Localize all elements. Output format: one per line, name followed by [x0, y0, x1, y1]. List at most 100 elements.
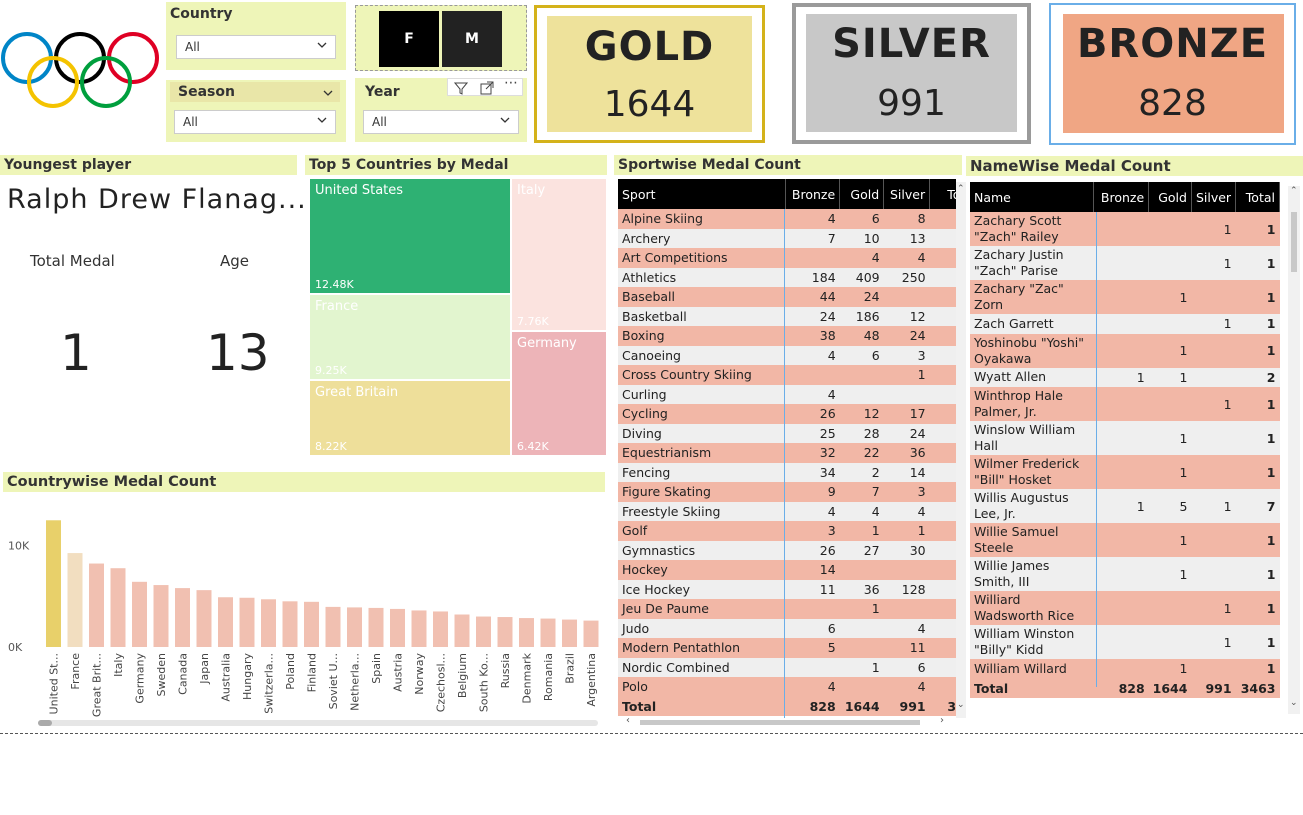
gender-f-button[interactable]: F: [379, 11, 439, 67]
table-row[interactable]: Zach Garrett 1 1: [970, 314, 1280, 334]
table-row[interactable]: Gymnastics2627308: [618, 540, 956, 560]
bar[interactable]: [325, 606, 341, 647]
chevron-down-icon[interactable]: [323, 88, 333, 98]
bar[interactable]: [347, 607, 362, 647]
treemap-cell-france[interactable]: France 9.25K: [310, 295, 510, 379]
focus-mode-icon[interactable]: [480, 81, 494, 95]
bar[interactable]: [368, 607, 384, 647]
table-row[interactable]: Golf 3 1 1: [618, 521, 956, 541]
bar[interactable]: [132, 581, 147, 647]
more-options-icon[interactable]: ⋯: [504, 75, 518, 91]
table-row[interactable]: Athletics18440925084: [618, 267, 956, 287]
table-row[interactable]: Fencing342145: [618, 462, 956, 482]
season-dropdown[interactable]: All: [174, 110, 336, 134]
treemap-cell-italy[interactable]: Italy 7.76K: [512, 179, 606, 330]
bar[interactable]: [46, 520, 61, 647]
table-row[interactable]: Judo6 41: [618, 618, 956, 638]
table-row[interactable]: Boxing38482411: [618, 326, 956, 346]
bar[interactable]: [583, 620, 599, 647]
namewise-header-silver[interactable]: Silver: [1191, 182, 1237, 212]
table-row[interactable]: Wyatt Allen 1 1 2: [970, 367, 1280, 387]
bar[interactable]: [261, 599, 276, 647]
table-row[interactable]: Winslow William Hall 1 1: [970, 421, 1280, 455]
treemap-cell-germany[interactable]: Germany 6.42K: [512, 332, 606, 455]
bar[interactable]: [411, 610, 427, 647]
sportwise-header-sport[interactable]: Sport: [618, 179, 787, 209]
table-row[interactable]: Willie James Smith, III 1 1: [970, 557, 1280, 591]
table-row[interactable]: Art Competitions 4 4: [618, 248, 956, 268]
horizontal-scrollbar[interactable]: [38, 720, 598, 726]
bar[interactable]: [282, 601, 298, 647]
table-row[interactable]: Willie Samuel Steele 1 1: [970, 523, 1280, 557]
namewise-vertical-scrollbar[interactable]: ⌃ ⌄: [1288, 186, 1300, 714]
sportwise-header-tota[interactable]: Tota: [929, 179, 956, 209]
bar[interactable]: [304, 601, 319, 647]
table-row[interactable]: Alpine Skiing4681: [618, 209, 956, 229]
treemap-cell-great-britain[interactable]: Great Britain 8.22K: [310, 381, 510, 455]
table-row[interactable]: Polo 4 4: [618, 677, 956, 697]
bar[interactable]: [390, 608, 405, 647]
table-row[interactable]: Winthrop Hale Palmer, Jr. 1 1: [970, 387, 1280, 421]
table-row[interactable]: Figure Skating9731: [618, 482, 956, 502]
table-row[interactable]: Zachary Scott "Zach" Railey 1 1: [970, 212, 1280, 246]
table-row[interactable]: Wilmer Frederick "Bill" Hosket 1 1: [970, 455, 1280, 489]
sportwise-header-silver[interactable]: Silver: [883, 179, 931, 209]
table-row[interactable]: Cycling2612175: [618, 404, 956, 424]
sportwise-vertical-scrollbar[interactable]: ⌃ ⌄: [956, 182, 966, 718]
table-row[interactable]: Zachary Justin "Zach" Parise 1 1: [970, 246, 1280, 280]
table-row[interactable]: William Winston "Billy" Kidd 1 1: [970, 625, 1280, 659]
gender-m-button[interactable]: M: [442, 11, 502, 67]
table-row[interactable]: William Willard 1 1: [970, 659, 1280, 679]
scroll-down-icon[interactable]: ⌄: [957, 700, 965, 710]
table-row[interactable]: Curling 4: [618, 384, 956, 404]
scroll-up-icon[interactable]: ⌃: [1290, 186, 1298, 196]
table-row[interactable]: Modern Pentathlon5 111: [618, 638, 956, 658]
table-row[interactable]: Ice Hockey113612817: [618, 579, 956, 599]
namewise-header-name[interactable]: Name: [970, 182, 1095, 212]
bar[interactable]: [89, 563, 104, 647]
table-row[interactable]: Diving2528247: [618, 423, 956, 443]
year-dropdown[interactable]: All: [363, 110, 519, 134]
scrollbar-thumb[interactable]: [1291, 212, 1297, 272]
bar[interactable]: [67, 553, 83, 647]
bar[interactable]: [175, 588, 190, 647]
table-row[interactable]: Basketball241861222: [618, 306, 956, 326]
table-row[interactable]: Canoeing4631: [618, 345, 956, 365]
table-row[interactable]: Williard Wadsworth Rice 1 1: [970, 591, 1280, 625]
bar[interactable]: [433, 611, 448, 647]
scroll-left-icon[interactable]: ‹: [626, 715, 630, 726]
bar[interactable]: [540, 618, 556, 647]
bar[interactable]: [562, 619, 577, 647]
table-row[interactable]: Baseball4424 6: [618, 287, 956, 307]
sportwise-header-bronze[interactable]: Bronze: [785, 179, 841, 209]
sportwise-horizontal-scrollbar[interactable]: ‹ ›: [624, 715, 954, 728]
bar[interactable]: [497, 617, 513, 647]
treemap-cell-united-states[interactable]: United States 12.48K: [310, 179, 510, 293]
sportwise-header-gold[interactable]: Gold: [839, 179, 885, 209]
bar[interactable]: [218, 597, 233, 647]
table-row[interactable]: Archery710133: [618, 228, 956, 248]
scroll-up-icon[interactable]: ⌃: [957, 184, 965, 194]
bar[interactable]: [519, 618, 534, 647]
scroll-right-icon[interactable]: ›: [940, 715, 944, 726]
table-row[interactable]: Willis Augustus Lee, Jr. 1 5 1 7: [970, 489, 1280, 523]
country-dropdown[interactable]: All: [176, 35, 336, 59]
filter-icon[interactable]: [454, 81, 468, 95]
bar[interactable]: [239, 597, 255, 647]
table-row[interactable]: Yoshinobu "Yoshi" Oyakawa 1 1: [970, 333, 1280, 368]
bar[interactable]: [454, 614, 470, 647]
table-row[interactable]: Nordic Combined 1 6: [618, 657, 956, 677]
table-row[interactable]: Zachary "Zac" Zorn 1 1: [970, 280, 1280, 314]
bar[interactable]: [476, 616, 491, 647]
namewise-header-bronze[interactable]: Bronze: [1093, 182, 1150, 212]
namewise-header-total[interactable]: Total: [1235, 182, 1280, 212]
table-row[interactable]: Equestrianism3222369: [618, 443, 956, 463]
table-row[interactable]: Cross Country Skiing 1: [618, 365, 956, 385]
scroll-down-icon[interactable]: ⌄: [1290, 698, 1298, 708]
scrollbar-thumb[interactable]: [38, 720, 52, 726]
table-row[interactable]: Hockey14 1: [618, 560, 956, 580]
table-row[interactable]: Jeu De Paume 1: [618, 599, 956, 619]
scrollbar-thumb[interactable]: [640, 720, 920, 725]
table-row[interactable]: Freestyle Skiing4441: [618, 501, 956, 521]
bar[interactable]: [196, 590, 212, 647]
